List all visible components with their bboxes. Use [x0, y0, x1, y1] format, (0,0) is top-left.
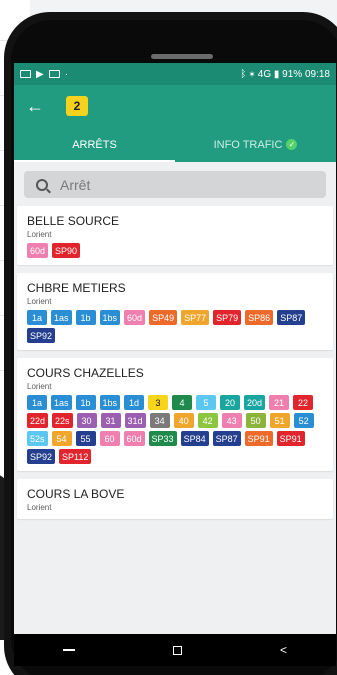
line-badge[interactable]: SP33 [148, 431, 177, 446]
tab-label: ARRÊTS [72, 138, 117, 151]
line-badge[interactable]: 42 [197, 413, 218, 428]
line-badge[interactable]: SP90 [52, 243, 81, 258]
line-badge[interactable]: SP86 [245, 310, 274, 325]
line-badge[interactable]: SP84 [180, 431, 209, 446]
status-icons-left: ▶ · [20, 69, 68, 80]
line-badge[interactable]: SP92 [27, 449, 56, 464]
line-badge[interactable]: 1a [27, 395, 47, 410]
line-badge[interactable]: 34 [149, 413, 170, 428]
line-badge[interactable]: SP91 [276, 431, 305, 446]
line-badge[interactable]: 20d [244, 395, 266, 410]
app-bar: ← 2 [14, 85, 336, 127]
stop-city: Lorient [27, 297, 52, 306]
line-badges: 1a 1as 1b 1bs 1d 3 4 5 20 20d 21 22 22d 22s 30 31 31d 34 4… [27, 395, 323, 464]
line-badge[interactable]: 31 [100, 413, 121, 428]
status-text: ᛒ ✶ 4G ▮ 91% 09:18 [240, 68, 330, 80]
line-badge[interactable]: 51 [269, 413, 290, 428]
status-icons-right: ᛒ ✶ 4G ▮ 91% 09:18 [240, 69, 330, 80]
nav-recent-icon[interactable] [172, 645, 182, 655]
nav-back-icon[interactable]: < [280, 643, 287, 657]
line-badge[interactable]: 1b [75, 395, 96, 410]
line-badge[interactable]: SP112 [59, 449, 92, 464]
line-badge[interactable]: 60d [123, 431, 145, 446]
line-badge[interactable]: 1d [124, 395, 145, 410]
tab-arrets[interactable]: ARRÊTS [14, 127, 175, 162]
line-badge[interactable]: SP92 [27, 328, 56, 343]
stop-city: Lorient [27, 230, 52, 239]
line-badge[interactable]: 31d [124, 413, 146, 428]
line-badge[interactable]: 1a [27, 310, 47, 325]
line-badge[interactable]: 1as [51, 310, 72, 325]
status-bar: ▶ · ᛒ ✶ 4G ▮ 91% 09:18 [14, 63, 336, 85]
back-arrow-icon[interactable]: ← [26, 96, 66, 117]
line-badge[interactable]: SP91 [244, 431, 273, 446]
stop-city: Lorient [27, 503, 52, 512]
tab-label: INFO TRAFIC [213, 138, 283, 151]
search-field[interactable]: Arrêt [24, 171, 326, 198]
line-badge[interactable]: 55 [75, 431, 96, 446]
search-placeholder: Arrêt [60, 176, 91, 193]
android-nav-bar: < [14, 634, 336, 666]
speaker-grille [151, 54, 213, 59]
line-badge[interactable]: 21 [269, 395, 290, 410]
count-badge: 2 [66, 96, 88, 116]
line-badge[interactable]: SP87 [277, 310, 306, 325]
nav-menu-icon[interactable] [62, 649, 75, 651]
line-badge[interactable]: 30 [76, 413, 97, 428]
play-notification-icon: ▶ [36, 68, 44, 80]
stop-card[interactable]: COURS CHAZELLES Lorient 1a 1as 1b 1bs 1d 3 4 5 20 2… [17, 358, 333, 471]
line-badge[interactable]: 4 [172, 395, 193, 410]
dot-icon: · [64, 68, 69, 80]
stop-card[interactable]: BELLE SOURCE Lorient 60d SP90 [17, 206, 333, 265]
line-badge[interactable]: SP77 [181, 310, 210, 325]
stop-name: COURS LA BOVE [27, 487, 125, 501]
stop-name: BELLE SOURCE [27, 214, 120, 228]
app-screen: ▶ · ᛒ ✶ 4G ▮ 91% 09:18 ← 2 ARRÊTS INFO T… [14, 63, 336, 634]
tab-info-trafic[interactable]: INFO TRAFIC ✓ [175, 127, 336, 162]
line-badge[interactable]: 3 [148, 395, 169, 410]
line-badge[interactable]: 22 [293, 395, 314, 410]
stop-card[interactable]: COURS LA BOVE Lorient [17, 479, 333, 519]
line-badge[interactable]: 60d [124, 310, 146, 325]
line-badges: 1a 1as 1b 1bs 60d SP49 SP77 SP79 SP86 SP87 SP92 [27, 310, 323, 343]
line-badge[interactable]: 20 [220, 395, 241, 410]
search-icon [36, 178, 48, 191]
stop-list: BELLE SOURCE Lorient 60d SP90 CHBRE METIERS L… [14, 206, 336, 519]
line-badge[interactable]: 60 [99, 431, 120, 446]
line-badge[interactable]: 1bs [99, 395, 121, 410]
stop-name: CHBRE METIERS [27, 281, 126, 295]
stop-card[interactable]: CHBRE METIERS Lorient 1a 1as 1b 1bs 60d SP49 SP7… [17, 273, 333, 350]
tab-bar: ARRÊTS INFO TRAFIC ✓ [14, 127, 336, 162]
stop-name: COURS CHAZELLES [27, 366, 144, 380]
photo-background: ▶ · ᛒ ✶ 4G ▮ 91% 09:18 ← 2 ARRÊTS INFO T… [0, 0, 337, 675]
line-badge[interactable]: 1as [51, 395, 72, 410]
active-tab-indicator [14, 160, 175, 162]
line-badge[interactable]: SP79 [213, 310, 242, 325]
line-badge[interactable]: 40 [173, 413, 194, 428]
line-badges: 60d SP90 [27, 243, 323, 258]
line-badge[interactable]: 22s [52, 413, 73, 428]
photo-notification-icon [20, 70, 31, 78]
line-badge[interactable]: 54 [51, 431, 72, 446]
line-badge[interactable]: 50 [245, 413, 266, 428]
line-badge[interactable]: 52s [27, 431, 48, 446]
line-badge[interactable]: 1b [75, 310, 96, 325]
line-badge[interactable]: SP87 [212, 431, 241, 446]
stop-city: Lorient [27, 382, 52, 391]
line-badge[interactable]: 1bs [99, 310, 121, 325]
line-badge[interactable]: 43 [221, 413, 242, 428]
line-badge[interactable]: 5 [196, 395, 217, 410]
line-badge[interactable]: 52 [293, 413, 314, 428]
line-badge[interactable]: 60d [27, 243, 49, 258]
check-circle-icon: ✓ [286, 139, 298, 150]
line-badge[interactable]: 22d [27, 413, 49, 428]
line-badge[interactable]: SP49 [149, 310, 178, 325]
image-notification-icon [48, 70, 60, 78]
